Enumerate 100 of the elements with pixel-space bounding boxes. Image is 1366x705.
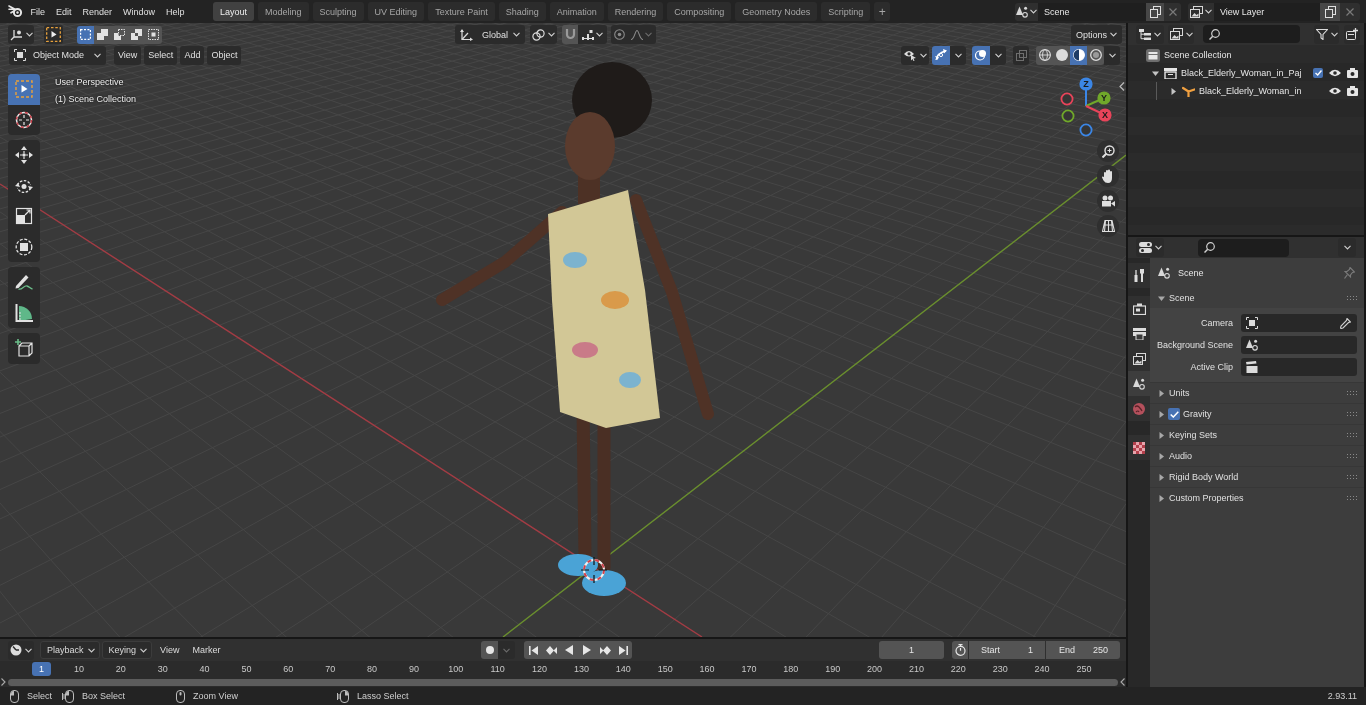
workspace-tab[interactable]: Texture Paint — [428, 2, 495, 21]
scene-browse-button[interactable] — [1015, 2, 1038, 21]
editor-type-button[interactable] — [1136, 238, 1164, 257]
axis-handle[interactable] — [1060, 92, 1074, 106]
unlink-scene-button[interactable] — [1164, 2, 1181, 21]
object-field[interactable] — [1241, 358, 1357, 376]
disclosure-triangle-icon[interactable] — [1170, 87, 1177, 95]
xray-toggle[interactable] — [1013, 45, 1029, 65]
checkbox[interactable] — [1168, 408, 1180, 420]
panel-header[interactable]: Scene — [1150, 288, 1364, 308]
grip-dots-icon[interactable] — [1347, 432, 1358, 438]
menu-item[interactable]: File — [25, 2, 51, 21]
menu-item[interactable]: View — [155, 641, 185, 659]
checkbox[interactable] — [1313, 68, 1323, 78]
active-tool-button[interactable] — [44, 25, 63, 44]
eye-icon[interactable] — [1329, 69, 1341, 77]
properties-tab[interactable] — [1128, 263, 1150, 288]
workspace-tab[interactable]: Sculpting — [312, 2, 364, 21]
pan-button[interactable] — [1097, 165, 1119, 187]
menu-item[interactable]: View — [114, 45, 142, 65]
preview-range-toggle[interactable] — [952, 641, 968, 659]
eye-icon[interactable] — [1329, 87, 1341, 95]
object-field[interactable] — [1241, 314, 1357, 332]
proportional-edit-toggle[interactable] — [611, 25, 627, 44]
view-layer-browse-button[interactable] — [1188, 2, 1214, 21]
options-dropdown[interactable] — [1338, 238, 1356, 257]
workspace-tab[interactable]: Shading — [498, 2, 546, 21]
grip-dots-icon[interactable] — [1347, 495, 1358, 501]
properties-tab[interactable] — [1128, 371, 1150, 396]
chevron-left-icon[interactable] — [1119, 82, 1125, 91]
selection-mode-button[interactable] — [77, 25, 94, 44]
panel-header[interactable]: Custom Properties — [1150, 487, 1364, 508]
properties-tab[interactable] — [1128, 346, 1150, 371]
panel-header[interactable]: Keying Sets — [1150, 424, 1364, 445]
chevron-right-icon[interactable] — [1, 678, 6, 686]
new-view-layer-button[interactable] — [1320, 2, 1340, 21]
menu-item[interactable]: Keying — [101, 641, 153, 659]
current-frame-field[interactable]: 1 — [879, 641, 944, 659]
display-mode-dropdown[interactable] — [1136, 24, 1164, 44]
view-layer-dropdown[interactable] — [1168, 24, 1194, 44]
tool-button[interactable] — [8, 333, 40, 364]
falloff-dropdown[interactable] — [627, 25, 656, 44]
menu-item[interactable]: Add — [180, 45, 205, 65]
outliner-item[interactable]: Black_Elderly_Woman_in_Paj — [1128, 64, 1364, 82]
options-dropdown[interactable]: Options — [1071, 25, 1122, 44]
tool-button[interactable] — [8, 297, 40, 328]
filter-dropdown[interactable] — [1314, 24, 1339, 44]
3d-viewport[interactable]: Global Options Object Mode View Select Add Object User Perspective (1) Scene Collection Z Y X — [0, 23, 1126, 637]
axis-handle[interactable] — [1061, 109, 1075, 123]
menu-item[interactable]: Object — [207, 45, 242, 65]
object-field[interactable] — [1241, 336, 1357, 354]
workspace-tab[interactable]: Animation — [549, 2, 604, 21]
grip-dots-icon[interactable] — [1347, 390, 1358, 396]
snap-toggle[interactable] — [562, 25, 578, 44]
workspace-tab[interactable]: Compositing — [667, 2, 732, 21]
grip-dots-icon[interactable] — [1347, 295, 1358, 301]
remove-view-layer-button[interactable] — [1340, 2, 1360, 21]
axis-handle[interactable]: Y — [1085, 91, 1111, 107]
jump-to-start-button[interactable] — [524, 641, 542, 659]
menu-item[interactable]: Select — [144, 45, 178, 65]
panel-header[interactable]: Audio — [1150, 445, 1364, 466]
selection-mode-button[interactable] — [94, 25, 111, 44]
shading-mode-button[interactable] — [1070, 45, 1087, 65]
selection-mode-button[interactable] — [111, 25, 128, 44]
grip-dots-icon[interactable] — [1347, 411, 1358, 417]
end-frame-field[interactable]: End 250 — [1046, 641, 1120, 659]
projection-toggle-button[interactable] — [1097, 215, 1119, 237]
add-workspace-button[interactable]: + — [874, 2, 891, 21]
chevron-left-icon[interactable] — [1120, 678, 1125, 686]
grip-dots-icon[interactable] — [1347, 474, 1358, 480]
workspace-tab[interactable]: Layout — [213, 2, 255, 21]
crosshair-cursor-icon[interactable] — [581, 557, 607, 583]
scene-name-field[interactable]: Scene — [1038, 2, 1146, 21]
shading-options-dropdown[interactable] — [1104, 45, 1120, 65]
new-scene-button[interactable] — [1146, 2, 1164, 21]
new-collection-button[interactable] — [1344, 24, 1360, 44]
view-layer-name-field[interactable]: View Layer — [1214, 2, 1320, 21]
search-field[interactable] — [1203, 25, 1300, 43]
grip-dots-icon[interactable] — [1347, 453, 1358, 459]
gizmo-toggle[interactable] — [932, 45, 950, 65]
properties-tab[interactable] — [1128, 296, 1150, 321]
axis-handle[interactable] — [1079, 123, 1093, 137]
selection-mode-button[interactable] — [128, 25, 145, 44]
tool-button[interactable] — [8, 267, 40, 298]
timeline-scrollbar[interactable] — [8, 678, 1118, 686]
tool-button[interactable] — [8, 104, 40, 135]
camera-view-button[interactable] — [1097, 190, 1119, 212]
workspace-tab[interactable]: UV Editing — [367, 2, 425, 21]
outliner-item[interactable]: Black_Elderly_Woman_in — [1128, 82, 1364, 100]
zoom-button[interactable] — [1097, 140, 1119, 162]
start-frame-field[interactable]: Start 1 — [969, 641, 1045, 659]
shading-mode-button[interactable] — [1087, 45, 1104, 65]
mode-dropdown[interactable]: Object Mode — [9, 45, 106, 65]
axis-handle[interactable]: X — [1085, 105, 1112, 122]
selection-mode-button[interactable] — [145, 25, 162, 44]
axis-handle[interactable]: Z — [1079, 77, 1093, 107]
orientation-dropdown[interactable]: Global — [455, 25, 525, 44]
gizmo-options-dropdown[interactable] — [950, 45, 966, 65]
panel-header[interactable]: Gravity — [1150, 403, 1364, 424]
menu-item[interactable]: Help — [160, 2, 191, 21]
